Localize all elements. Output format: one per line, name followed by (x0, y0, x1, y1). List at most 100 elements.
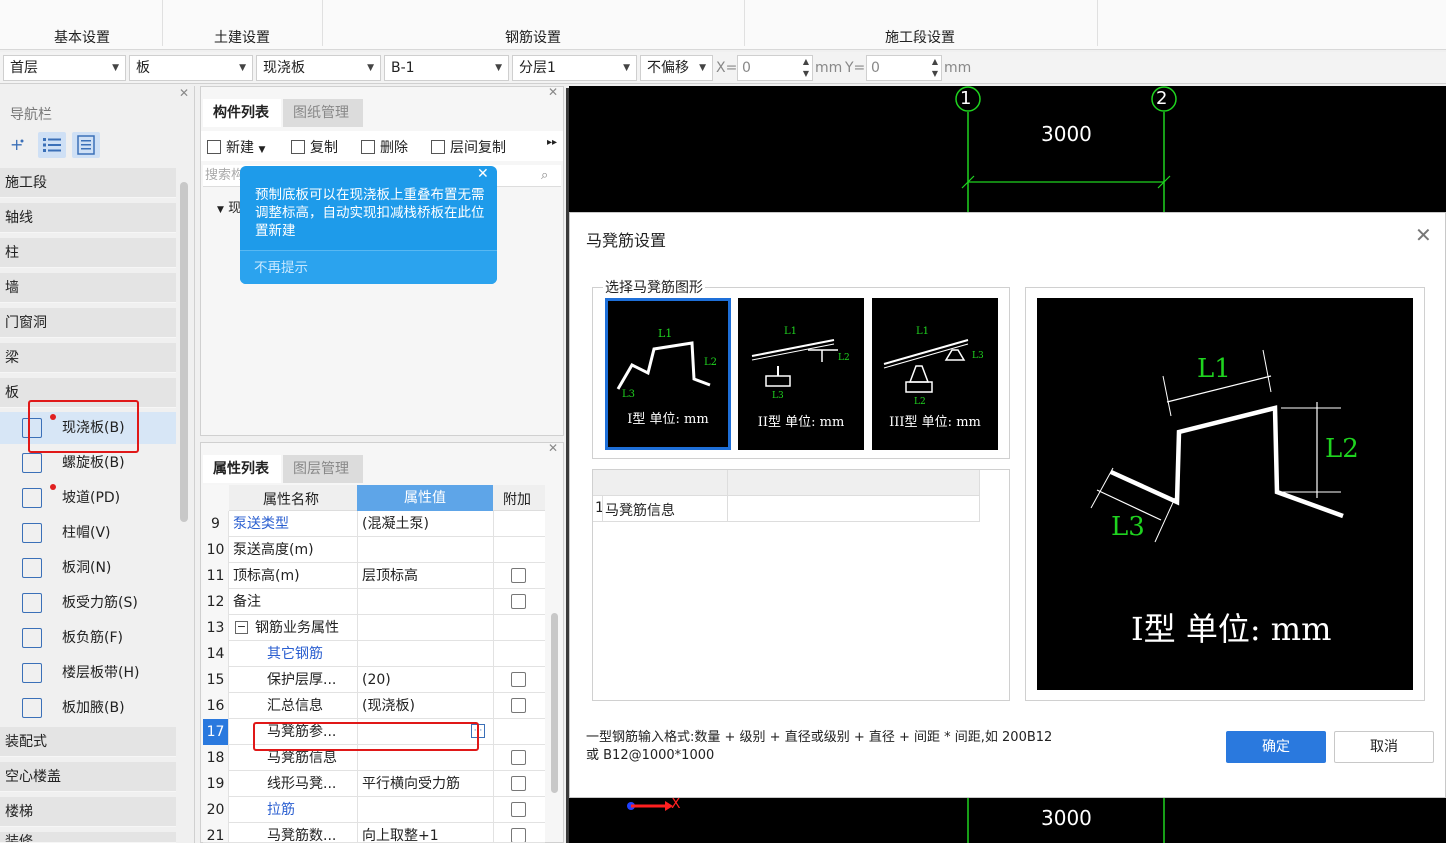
close-icon[interactable]: ✕ (548, 441, 558, 455)
close-icon[interactable]: ✕ (1415, 223, 1432, 247)
checkbox[interactable] (511, 594, 526, 609)
component-select[interactable]: B-1 ▼ (384, 55, 509, 81)
close-icon[interactable]: ✕ (548, 85, 558, 99)
property-row[interactable]: 16 汇总信息 (现浇板) (203, 693, 545, 719)
haunch-icon (22, 698, 42, 718)
tree-node[interactable]: ▼ 现 (217, 197, 241, 216)
group-label: 选择马凳筋图形 (603, 277, 705, 297)
cad-canvas-bottom[interactable]: X 3000 (569, 796, 1446, 843)
nav-category-decoration[interactable]: 装修 (0, 832, 176, 843)
nav-item-slab-hole[interactable]: 板洞(N) (0, 552, 176, 584)
property-row[interactable]: 15 保护层厚... (20) (203, 667, 545, 693)
checkbox[interactable] (511, 776, 526, 791)
tab-rebar-settings[interactable]: 钢筋设置 (505, 27, 561, 47)
table-row[interactable]: 1 马凳筋信息 (593, 496, 979, 522)
property-row[interactable]: 20 拉筋 (203, 797, 545, 823)
checkbox[interactable] (511, 568, 526, 583)
svg-text:+: + (10, 135, 23, 154)
list-view-icon[interactable] (38, 132, 66, 158)
tab-layer-manage[interactable]: 图层管理 (283, 455, 363, 483)
spinner-icon[interactable]: ▲ ▼ (932, 56, 938, 80)
floor-copy-icon (431, 140, 445, 154)
spinner-icon[interactable]: ▲ ▼ (803, 56, 809, 80)
dont-show-again-link[interactable]: 不再提示 (240, 250, 497, 284)
col-value-header: 属性值 (357, 485, 493, 511)
more-icon[interactable]: ▸▸ (547, 137, 557, 148)
chevron-down-icon: ▼ (699, 63, 706, 73)
property-row[interactable]: 9 泵送类型 (混凝土泵) (203, 511, 545, 537)
shape-type-3-thumb[interactable]: L1 L3 L2 III型 单位: mm (872, 298, 998, 450)
label-l1: L1 (1197, 354, 1231, 384)
nav-category-axis[interactable]: 轴线 (0, 203, 176, 233)
tab-property-list[interactable]: 属性列表 (203, 455, 281, 483)
cancel-button[interactable]: 取消 (1334, 731, 1434, 763)
shape-type-2-thumb[interactable]: L1 L2 L3 II型 单位: mm (738, 298, 864, 450)
x-offset-input[interactable]: 0 ▲ ▼ (737, 55, 813, 81)
property-row[interactable]: 11 顶标高(m) 层顶标高 (203, 563, 545, 589)
nav-scrollbar[interactable] (180, 182, 188, 522)
checkbox[interactable] (511, 698, 526, 713)
nav-category-hollow-floor[interactable]: 空心楼盖 (0, 762, 176, 792)
ok-button[interactable]: 确定 (1226, 731, 1326, 763)
property-row[interactable]: 14 其它钢筋 (203, 641, 545, 667)
nav-item-ramp[interactable]: 坡道(PD) (0, 482, 176, 514)
tab-civil-settings[interactable]: 土建设置 (214, 27, 270, 47)
nav-category-stairs[interactable]: 楼梯 (0, 797, 176, 827)
close-icon[interactable]: ✕ (179, 86, 189, 100)
rebar-info-table: 1 马凳筋信息 (592, 469, 1010, 701)
checkbox[interactable] (511, 672, 526, 687)
property-row[interactable]: 10 泵送高度(m) (203, 537, 545, 563)
col-add-header: 附加 (503, 492, 531, 508)
property-row[interactable]: 13 钢筋业务属性 − (203, 615, 545, 641)
close-icon[interactable]: ✕ (477, 166, 489, 182)
y-offset-input[interactable]: 0 ▲ ▼ (866, 55, 942, 81)
slab-hole-icon (22, 558, 42, 578)
offset-select[interactable]: 不偏移 ▼ (640, 55, 713, 81)
svg-text:L3: L3 (772, 391, 784, 401)
svg-text:L1: L1 (916, 326, 929, 337)
nav-category-opening[interactable]: 门窗洞 (0, 308, 176, 338)
nav-category-beam[interactable]: 梁 (0, 343, 176, 373)
tooltip-text: 预制底板可以在现浇板上重叠布置无需调整标高，自动实现扣减栈桥板在此位置新建 (255, 187, 485, 239)
label-l3: L3 (1111, 512, 1145, 542)
delete-button[interactable]: 删除 (361, 137, 408, 157)
tab-drawing-manage[interactable]: 图纸管理 (283, 99, 363, 127)
category-select[interactable]: 板 ▼ (129, 55, 253, 81)
layer-select[interactable]: 分层1 ▼ (512, 55, 637, 81)
add-icon[interactable]: + (4, 132, 32, 158)
nav-item-slab-neg-rebar[interactable]: 板负筋(F) (0, 622, 176, 654)
nav-item-floor-strip[interactable]: 楼层板带(H) (0, 657, 176, 689)
nav-item-slab-haunch[interactable]: 板加腋(B) (0, 692, 176, 724)
copy-button[interactable]: 复制 (291, 137, 338, 157)
floor-select[interactable]: 首层 ▼ (3, 55, 126, 81)
property-row[interactable]: 19 线形马凳... 平行横向受力筋 (203, 771, 545, 797)
nav-category-wall[interactable]: 墙 (0, 273, 176, 303)
tab-stage-settings[interactable]: 施工段设置 (885, 27, 955, 47)
detail-view-icon[interactable] (72, 132, 100, 158)
property-row[interactable]: 12 备注 (203, 589, 545, 615)
cad-canvas-top[interactable]: 1 2 3000 (569, 86, 1446, 212)
collapse-icon[interactable]: − (235, 621, 248, 634)
nav-category-prefab[interactable]: 装配式 (0, 727, 176, 757)
nav-category-stage[interactable]: 施工段 (0, 168, 176, 198)
tab-component-list[interactable]: 构件列表 (203, 99, 281, 127)
label-l2: L2 (1325, 434, 1359, 464)
floor-copy-button[interactable]: 层间复制 (431, 137, 506, 157)
checkbox[interactable] (511, 802, 526, 817)
nav-item-slab-main-rebar[interactable]: 板受力筋(S) (0, 587, 176, 619)
tab-basic-settings[interactable]: 基本设置 (54, 27, 110, 47)
nav-category-column[interactable]: 柱 (0, 238, 176, 268)
chevron-down-icon: ▼ (495, 63, 502, 73)
property-scrollbar[interactable] (551, 613, 558, 793)
checkbox[interactable] (511, 828, 526, 842)
property-table-header: 属性名称 属性值 附加 (203, 485, 545, 511)
new-button[interactable]: 新建 ▼ (207, 137, 265, 157)
dimension-bottom: 3000 (1041, 806, 1092, 830)
shape-type-1-thumb[interactable]: L1 L2 L3 I型 单位: mm (605, 298, 731, 450)
dialog-title: 马凳筋设置 (586, 231, 667, 250)
nav-item-column-cap[interactable]: 柱帽(V) (0, 517, 176, 549)
axis-label-1: 1 (960, 88, 972, 109)
property-row[interactable]: 21 马凳筋数... 向上取整+1 (203, 823, 545, 843)
checkbox[interactable] (511, 750, 526, 765)
type-select[interactable]: 现浇板 ▼ (256, 55, 381, 81)
